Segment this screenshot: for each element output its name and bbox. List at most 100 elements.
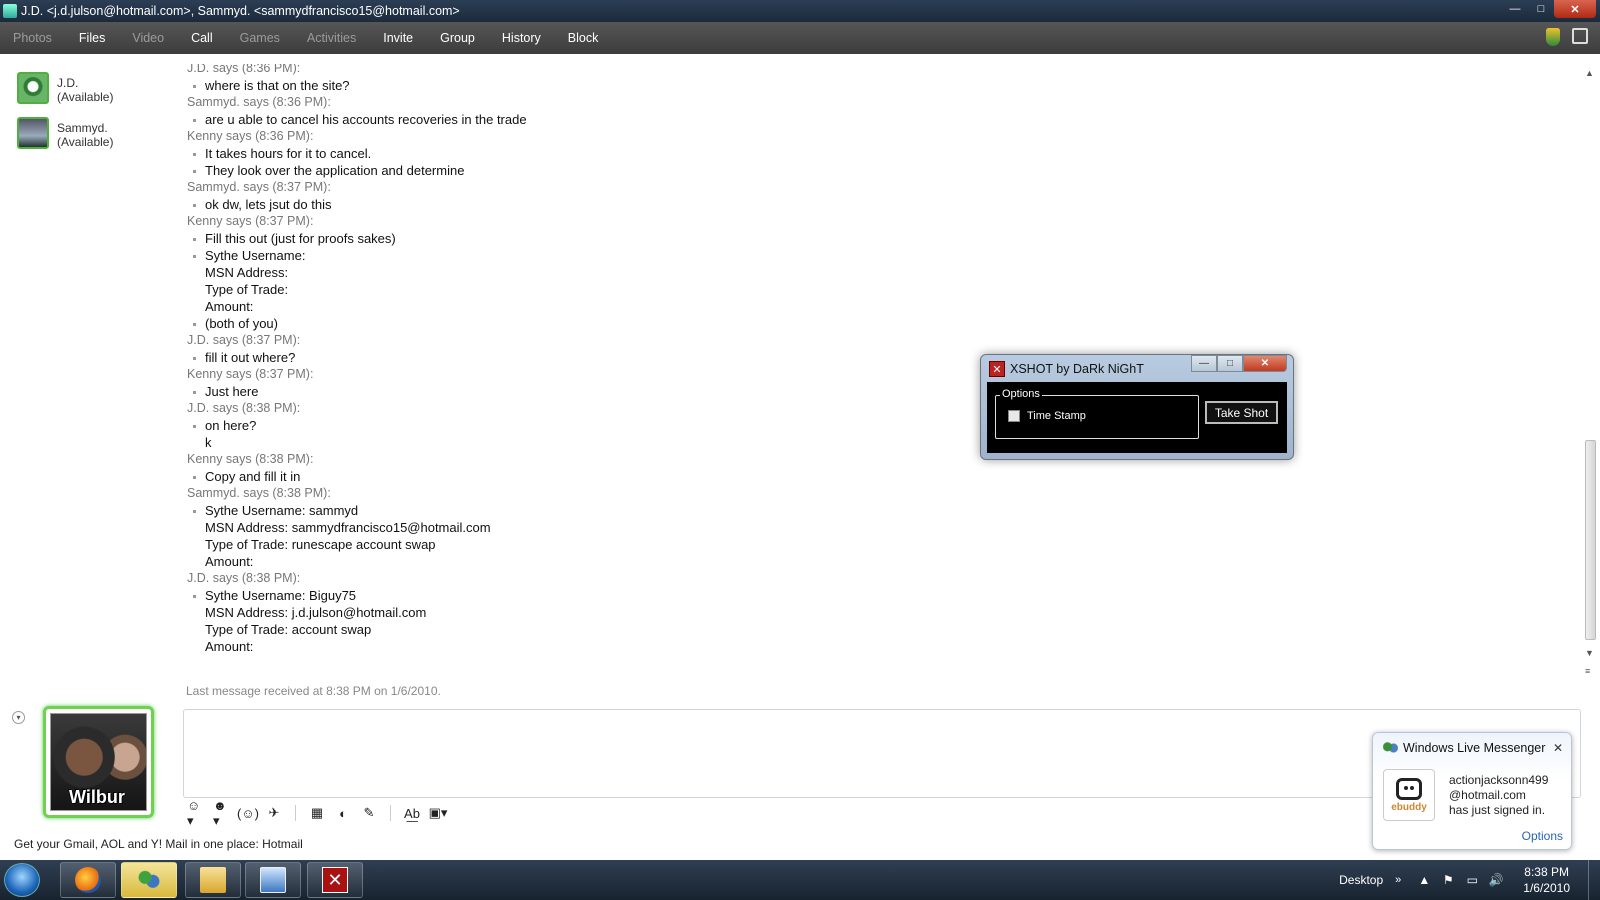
- message-line: MSN Address:: [205, 265, 289, 280]
- nudge-icon[interactable]: (☺): [237, 805, 259, 821]
- scroll-thumb[interactable]: [1585, 440, 1596, 640]
- take-shot-button[interactable]: Take Shot: [1205, 401, 1278, 424]
- menu-history[interactable]: History: [502, 31, 541, 45]
- options-group: Options Time Stamp: [995, 388, 1199, 439]
- message-sender: Sammyd. says (8:38 PM):: [187, 486, 331, 500]
- message-sender: Kenny says (8:37 PM):: [187, 214, 314, 228]
- shield-icon[interactable]: [1546, 28, 1560, 46]
- ink-icon[interactable]: ◐: [334, 805, 352, 821]
- xshot-window-controls: — □ ✕: [1191, 355, 1287, 372]
- contact-name: J.D.: [57, 76, 79, 90]
- conversation-history[interactable]: J.D. says (8:36 PM): where is that on the…: [187, 64, 1547, 674]
- maximize-button[interactable]: □: [1528, 0, 1554, 18]
- message-line: Type of Trade:: [205, 282, 289, 297]
- message-line: Sythe Username: sammyd: [187, 502, 1547, 519]
- close-icon[interactable]: ✕: [1553, 741, 1563, 755]
- notification-options-link[interactable]: Options: [1522, 829, 1563, 843]
- show-menu-icon[interactable]: [1572, 28, 1588, 44]
- xshot-close-button[interactable]: ✕: [1243, 355, 1287, 372]
- volume-icon[interactable]: 🔊: [1489, 873, 1504, 887]
- xshot-title: XSHOT by DaRk NiGhT: [1010, 362, 1144, 376]
- menu-activities[interactable]: Activities: [307, 31, 356, 45]
- scroll-up-icon[interactable]: ▲: [1585, 68, 1594, 78]
- system-tray: Desktop » ▲ ⚑ ▭ 🔊 8:38 PM 1/6/2010: [1339, 860, 1600, 900]
- show-desktop-button[interactable]: [1588, 860, 1600, 900]
- messenger-icon: [136, 867, 162, 893]
- notification-line: has just signed in.: [1449, 803, 1546, 817]
- action-center-flag-icon[interactable]: ⚑: [1441, 873, 1455, 887]
- clock-date: 1/6/2010: [1523, 881, 1570, 895]
- font-icon[interactable]: A͟b: [403, 805, 421, 821]
- menu-photos[interactable]: Photos: [13, 31, 52, 45]
- show-hidden-icons-icon[interactable]: ▲: [1417, 873, 1431, 887]
- collapse-icon[interactable]: ▾: [12, 711, 25, 724]
- message-sender: Kenny says (8:37 PM):: [187, 367, 314, 381]
- ebuddy-face-icon: [1396, 777, 1422, 800]
- message-line: Amount:: [205, 299, 254, 314]
- menu-block[interactable]: Block: [568, 31, 599, 45]
- start-button[interactable]: [4, 863, 40, 897]
- conversation-scrollbar[interactable]: ▲ ▼ ≡: [1583, 64, 1597, 684]
- menu-video[interactable]: Video: [132, 31, 164, 45]
- xshot-window[interactable]: ✕ XSHOT by DaRk NiGhT — □ ✕ Options Time…: [980, 354, 1294, 460]
- message-line: on here?: [187, 417, 1547, 434]
- picture-icon: [260, 867, 286, 893]
- contact-status: (Available): [57, 90, 114, 104]
- menu-bar: Photos Files Video Call Games Activities…: [0, 22, 1600, 54]
- message-line: fill it out where?: [187, 349, 1547, 366]
- menu-group[interactable]: Group: [440, 31, 475, 45]
- notification-header: Windows Live Messenger: [1383, 741, 1545, 755]
- toolbar-divider: [390, 805, 391, 821]
- message-line: MSN Address: sammydfrancisco15@hotmail.c…: [205, 520, 491, 535]
- minimize-button[interactable]: —: [1502, 0, 1528, 18]
- taskbar-firefox[interactable]: [60, 862, 116, 898]
- snapshot-icon[interactable]: ▣▾: [429, 805, 448, 821]
- contact-info: Sammyd. (Available): [57, 117, 113, 149]
- network-icon[interactable]: ▭: [1465, 873, 1479, 887]
- taskbar-xshot[interactable]: ✕: [307, 862, 363, 898]
- time-stamp-checkbox[interactable]: [1008, 410, 1020, 422]
- contact-jd[interactable]: J.D. (Available): [17, 72, 113, 104]
- toolbar-divider: [295, 805, 296, 821]
- voice-clip-icon[interactable]: ✈: [265, 805, 283, 821]
- contact-sammyd[interactable]: Sammyd. (Available): [17, 117, 113, 149]
- clock[interactable]: 8:38 PM 1/6/2010: [1523, 864, 1570, 896]
- taskbar-explorer[interactable]: [185, 862, 241, 898]
- avatar-caption: Wilbur: [69, 787, 125, 807]
- background-icon[interactable]: ▦: [308, 805, 326, 821]
- menu-files[interactable]: Files: [79, 31, 105, 45]
- xshot-minimize-button[interactable]: —: [1191, 355, 1217, 372]
- xshot-body: Options Time Stamp Take Shot: [987, 382, 1287, 453]
- resize-grip-icon[interactable]: ≡: [1585, 666, 1590, 676]
- message-sender: Sammyd. says (8:36 PM):: [187, 95, 331, 109]
- ebuddy-logo: ebuddy: [1383, 769, 1435, 821]
- desktop-toolbar[interactable]: Desktop: [1339, 873, 1383, 887]
- contact-avatar: [17, 72, 49, 104]
- wink-icon[interactable]: ☻▾: [213, 798, 231, 828]
- hotmail-ad-link[interactable]: Get your Gmail, AOL and Y! Mail in one p…: [14, 837, 303, 851]
- taskbar: ✕ Desktop » ▲ ⚑ ▭ 🔊 8:38 PM 1/6/2010: [0, 860, 1600, 900]
- notification-line: actionjacksonn499: [1449, 773, 1549, 787]
- menu-call[interactable]: Call: [191, 31, 213, 45]
- own-avatar[interactable]: Wilbur: [43, 706, 154, 818]
- message-sender: Kenny says (8:36 PM):: [187, 129, 314, 143]
- time-stamp-label[interactable]: Time Stamp: [1027, 410, 1086, 422]
- chevron-icon[interactable]: »: [1395, 874, 1401, 886]
- handwriting-icon[interactable]: ✎: [360, 805, 378, 821]
- scroll-down-icon[interactable]: ▼: [1585, 648, 1594, 658]
- signin-notification[interactable]: Windows Live Messenger ✕ ebuddy actionja…: [1372, 732, 1572, 850]
- message-sender: J.D. says (8:37 PM):: [187, 333, 301, 347]
- message-line: Just here: [187, 383, 1547, 400]
- window-title-bar[interactable]: J.D. <j.d.julson@hotmail.com>, Sammyd. <…: [0, 0, 1600, 22]
- menu-invite[interactable]: Invite: [383, 31, 413, 45]
- message-line: k: [205, 435, 212, 450]
- xshot-maximize-button[interactable]: □: [1217, 355, 1243, 372]
- menu-games[interactable]: Games: [240, 31, 280, 45]
- taskbar-messenger[interactable]: [121, 862, 177, 898]
- taskbar-photo-viewer[interactable]: [245, 862, 301, 898]
- notification-title: Windows Live Messenger: [1403, 741, 1546, 755]
- close-button[interactable]: ✕: [1554, 0, 1596, 18]
- emoticon-icon[interactable]: ☺▾: [187, 798, 205, 828]
- contact-avatar: [17, 117, 49, 149]
- message-line: Sythe Username:: [187, 247, 1547, 264]
